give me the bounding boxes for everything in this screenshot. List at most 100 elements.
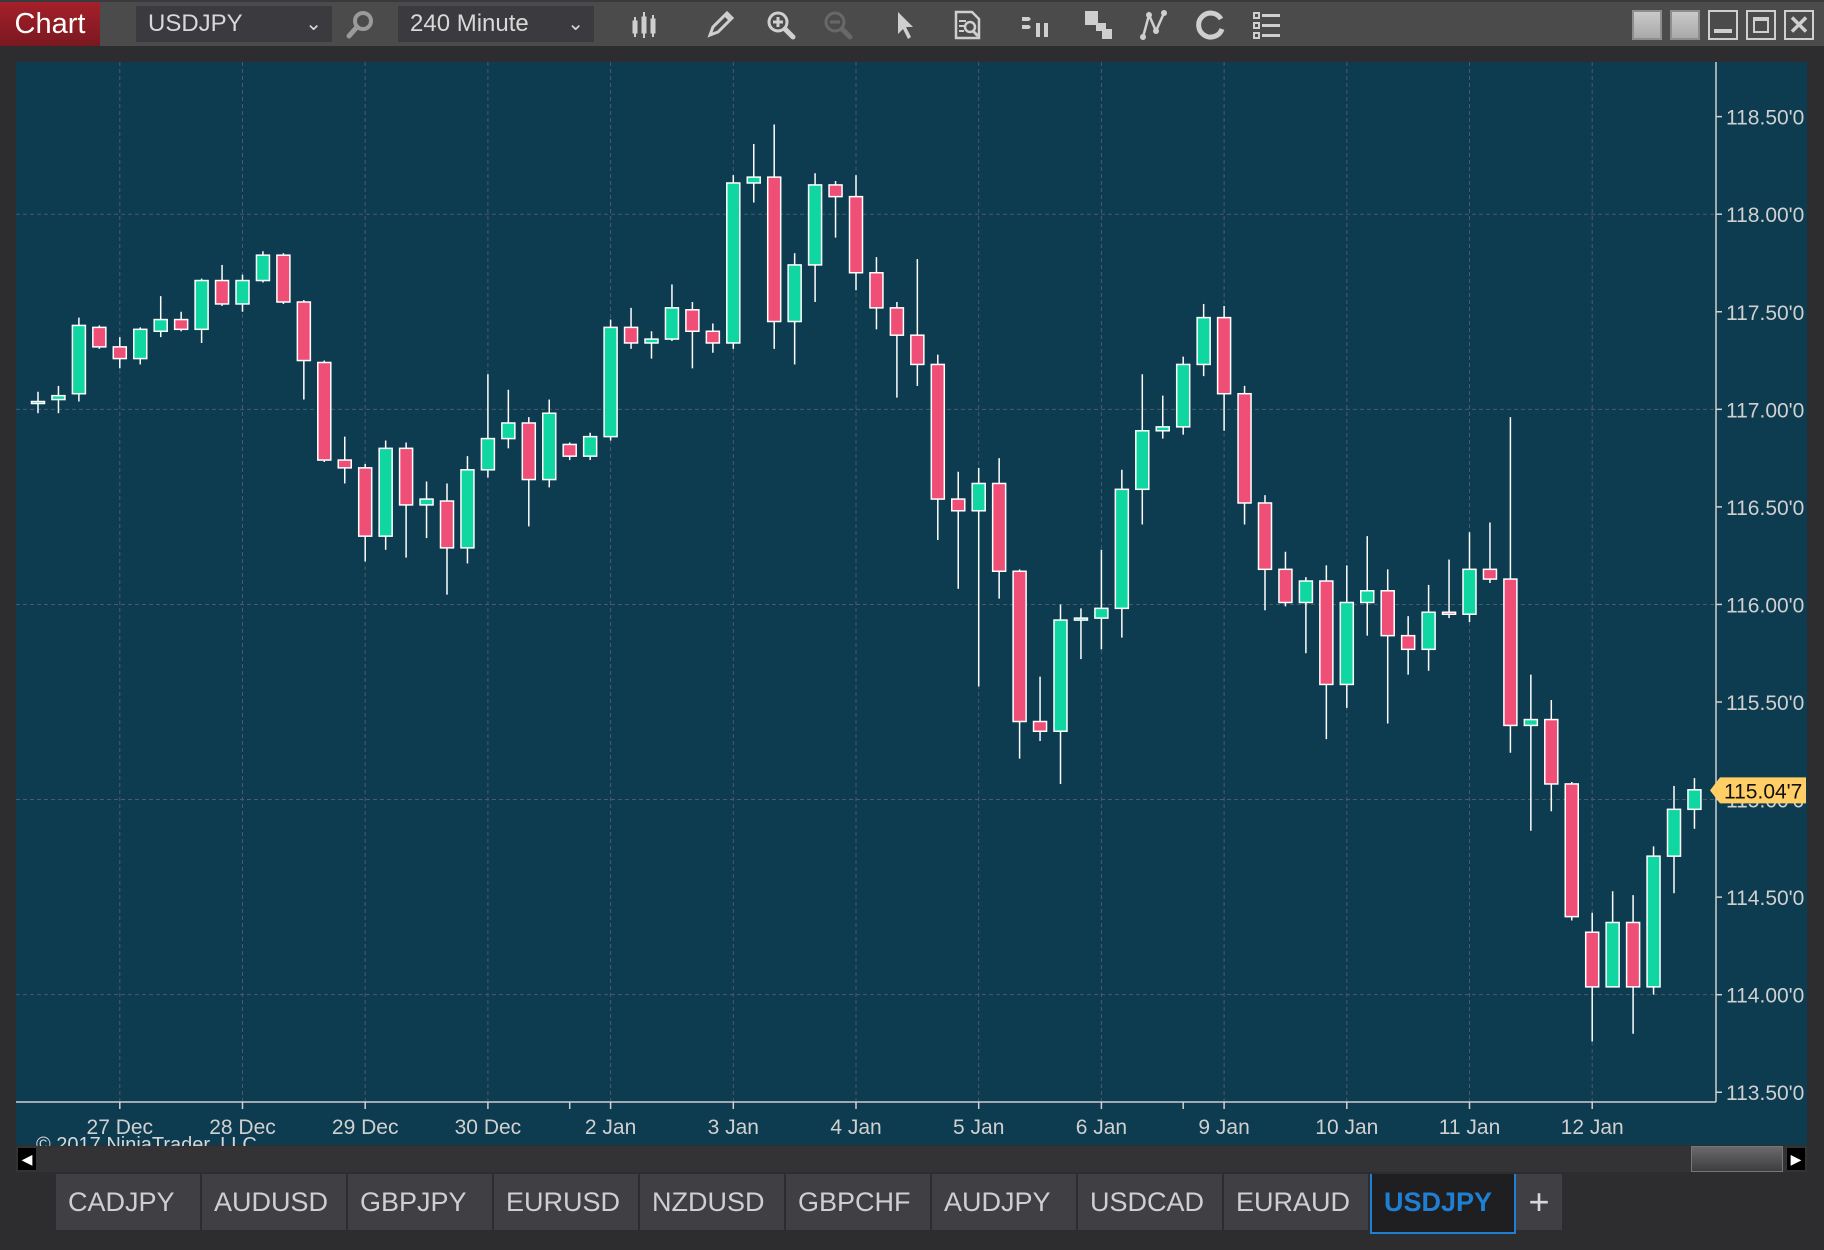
zoom-in-icon[interactable] [764,8,798,42]
tab-euraud[interactable]: EURAUD [1224,1174,1370,1230]
tab-nzdusd[interactable]: NZDUSD [640,1174,786,1230]
search-icon[interactable] [343,8,377,42]
candle-down [357,467,373,537]
chart-panel[interactable]: 113.50'0114.00'0114.50'0115.00'0115.50'0… [16,62,1807,1156]
chart-trader-icon[interactable] [1019,8,1053,42]
restore-left-icon[interactable] [1632,10,1662,40]
price-tick-label: 114.50'0 [1726,887,1804,910]
add-tab-button[interactable]: + [1516,1174,1564,1230]
candle-up [501,422,516,440]
candle-down [623,326,639,344]
tab-usdcad[interactable]: USDCAD [1078,1174,1224,1230]
grid [16,62,1716,1102]
candle-down [930,363,946,500]
candle-up [1094,607,1109,619]
window-title: Chart [0,2,100,46]
interval-selector[interactable]: 240 Minute ⌄ [398,6,594,42]
candle-up [807,184,823,266]
candle-up [480,437,496,471]
tab-cadjpy[interactable]: CADJPY [56,1174,202,1230]
candle-down [848,195,864,274]
candle-up [644,338,659,344]
candle-up [1646,855,1661,988]
scroll-right-icon[interactable]: ▶ [1787,1148,1805,1170]
candle-down [889,307,905,336]
candle-up [1523,718,1539,727]
candle-down [398,447,414,506]
candle-down [276,254,291,303]
horizontal-scrollbar[interactable]: ◀ ▶ [16,1146,1807,1172]
time-tick-label: 10 Jan [1315,1116,1378,1139]
candle-down [1380,590,1395,637]
candle-up [787,264,802,323]
price-tick-label: 118.50'0 [1726,107,1804,130]
strategies-icon[interactable] [1137,8,1171,42]
zoom-out-icon[interactable] [821,8,855,42]
candle-down [296,301,312,362]
reload-icon[interactable] [1194,8,1228,42]
data-box-icon[interactable] [951,8,985,42]
price-tick-label: 116.00'0 [1726,594,1804,617]
candle-up [71,324,87,395]
chevron-down-icon: ⌄ [305,13,322,35]
bars-type-icon[interactable] [628,8,662,42]
candle-up [603,326,618,438]
candle-down [1482,568,1498,580]
time-tick-label: 3 Jan [708,1116,759,1139]
instrument-value: USDJPY [148,10,243,37]
price-tick-label: 115.50'0 [1726,692,1804,715]
tab-gbpchf[interactable]: GBPCHF [786,1174,932,1230]
time-tick-label: 29 Dec [332,1116,399,1139]
candle-down [92,326,107,348]
time-tick-label: 2 Jan [585,1116,636,1139]
candle-up [419,498,434,506]
drawing-pencil-icon[interactable] [703,8,737,42]
templates-icon[interactable] [1081,8,1115,42]
candlestick-chart[interactable]: 113.50'0114.00'0114.50'0115.00'0115.50'0… [16,62,1807,1145]
restore-right-icon[interactable] [1670,10,1700,40]
scroll-thumb[interactable] [1691,1146,1783,1172]
chart-toolbar: Chart USDJPY ⌄ 240 Minute ⌄ ✕ [0,0,1824,46]
maximize-icon[interactable] [1746,10,1776,40]
price-tick-label: 118.00'0 [1726,204,1804,227]
candle-up [1155,426,1170,432]
candle-down [1441,611,1457,615]
candle-up [1114,488,1130,610]
candle-down [1319,580,1334,686]
properties-list-icon[interactable] [1250,8,1284,42]
price-tick-label: 117.50'0 [1726,302,1804,325]
candle-up [1196,316,1211,366]
time-tick-label: 30 Dec [455,1116,522,1139]
candle-up [460,469,475,549]
instrument-selector[interactable]: USDJPY ⌄ [136,6,332,42]
current-price-label: 115.04'7 [1724,780,1802,803]
tab-usdjpy[interactable]: USDJPY [1370,1174,1516,1234]
candle-down [1032,720,1048,733]
candle-up [664,307,680,340]
tab-gbpjpy[interactable]: GBPJPY [348,1174,494,1230]
price-tick-label: 114.00'0 [1726,985,1804,1008]
close-icon[interactable]: ✕ [1784,10,1814,40]
candle-up [1339,601,1355,686]
candle-up [1687,789,1702,811]
candle-down [1012,570,1027,723]
candle-up [1360,590,1375,604]
candle-down [173,318,189,331]
scroll-left-icon[interactable]: ◀ [18,1148,36,1170]
tab-audusd[interactable]: AUDUSD [202,1174,348,1230]
candle-up [1605,921,1620,988]
candle-down [991,482,1007,573]
candle-down [1544,718,1559,785]
candle-down [112,346,128,360]
time-tick-label: 9 Jan [1198,1116,1249,1139]
candle-down [317,361,332,461]
tab-audjpy[interactable]: AUDJPY [932,1174,1078,1230]
candle-down [951,498,966,512]
minimize-icon[interactable] [1708,10,1738,40]
candle-down [828,184,843,198]
candle-down [1278,568,1293,604]
pointer-icon[interactable] [889,8,923,42]
tab-eurusd[interactable]: EURUSD [494,1174,640,1230]
candle-down [1625,921,1641,988]
candle-up [51,394,66,401]
